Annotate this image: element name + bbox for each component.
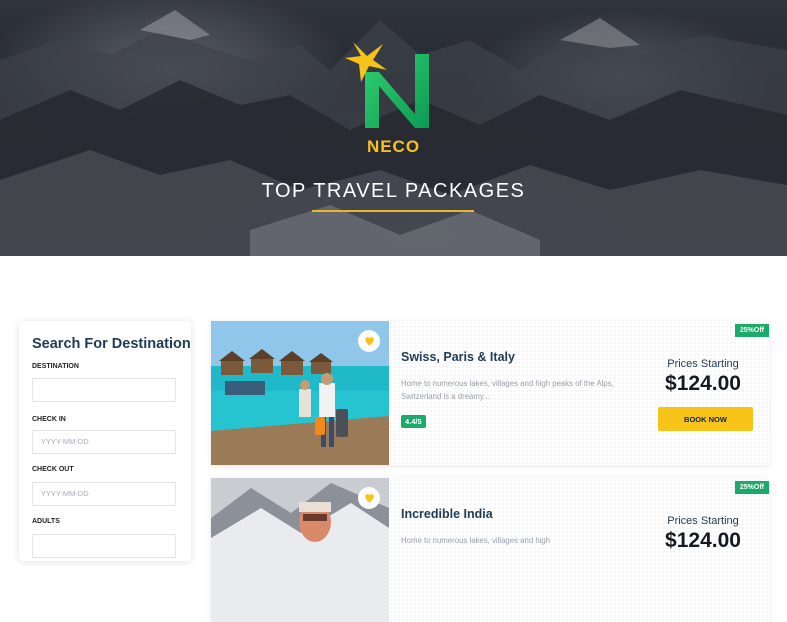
package-description: Home to numerous lakes, villages and hig… [401, 379, 614, 401]
adults-select[interactable] [32, 534, 176, 558]
book-now-button[interactable]: BOOK NOW [658, 407, 753, 431]
search-title: Search For Destination [32, 336, 191, 352]
favorite-button[interactable] [358, 487, 380, 509]
heart-icon [364, 494, 374, 503]
package-title[interactable]: Incredible India [401, 507, 493, 521]
checkout-label: CHECK OUT [32, 466, 74, 473]
package-title[interactable]: Swiss, Paris & Italy [401, 350, 515, 364]
neco-logo-icon [345, 42, 429, 128]
title-underline [312, 210, 474, 212]
discount-badge: 25%Off [734, 481, 769, 494]
price-value: $124.00 [665, 372, 741, 395]
heart-icon [364, 337, 374, 346]
checkin-input[interactable]: YYYY-MM-DD [32, 430, 176, 454]
destination-label: DESTINATION [32, 363, 79, 370]
brand-name: NECO [366, 137, 421, 156]
discount-badge: 25%Off [734, 324, 769, 337]
checkin-label: CHECK IN [32, 416, 66, 423]
package-card[interactable]: 25%Off Incredible India Home to numerous… [211, 478, 769, 622]
hero-banner: NECO TOP TRAVEL PACKAGES [0, 0, 787, 256]
package-card[interactable]: 25%Off Swiss, Paris & Italy Home to nume… [211, 321, 769, 465]
package-details: 25%Off Swiss, Paris & Italy Home to nume… [389, 321, 769, 465]
price-label: Prices Starting [667, 358, 739, 370]
package-description: Home to numerous lakes, villages and hig… [401, 536, 551, 545]
checkout-input[interactable]: YYYY-MM-DD [32, 482, 176, 506]
price-value: $124.00 [665, 529, 741, 552]
search-panel: Search For Destination DESTINATION CHECK… [19, 321, 191, 561]
page-title: TOP TRAVEL PACKAGES [261, 180, 526, 202]
package-details: 25%Off Incredible India Home to numerous… [389, 478, 769, 622]
adults-label: ADULTS [32, 518, 60, 525]
price-label: Prices Starting [667, 515, 739, 527]
favorite-button[interactable] [358, 330, 380, 352]
rating-badge: 4.4/5 [401, 415, 426, 428]
destination-input[interactable] [32, 378, 176, 402]
